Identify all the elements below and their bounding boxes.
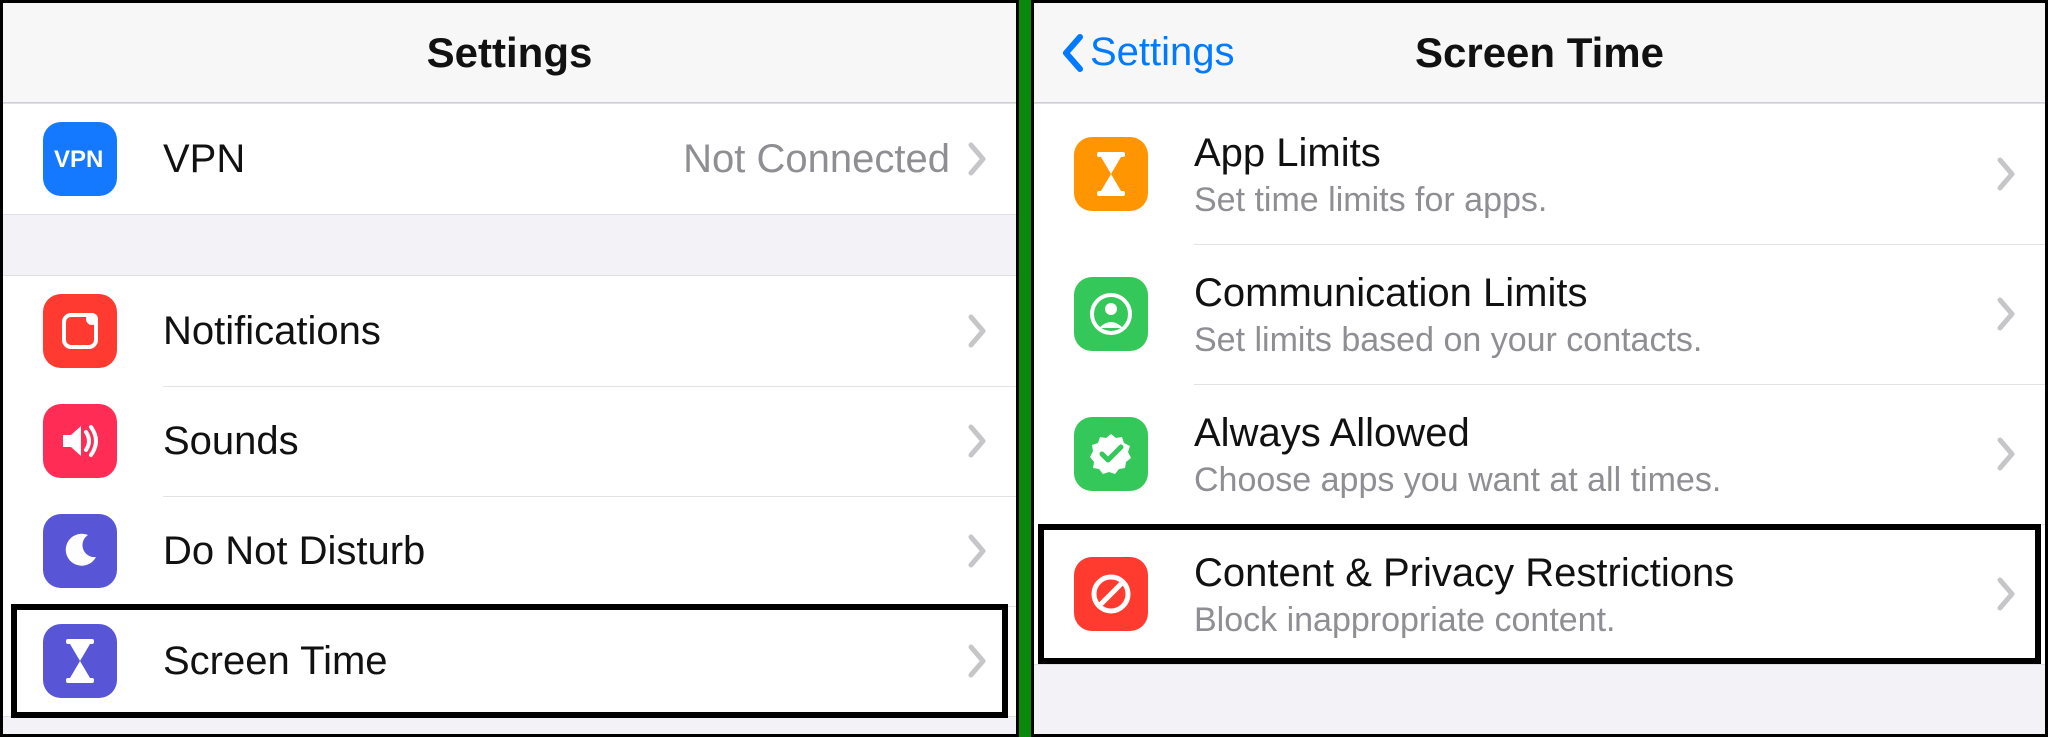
row-always-allowed[interactable]: Always Allowed Choose apps you want at a… xyxy=(1034,384,2045,524)
settings-row-notifications[interactable]: Notifications xyxy=(3,276,1016,386)
chevron-right-icon xyxy=(968,644,988,678)
vpn-icon: VPN xyxy=(43,122,117,196)
content-privacy-label: Content & Privacy Restrictions xyxy=(1194,549,1997,597)
screentime-list: App Limits Set time limits for apps. Co xyxy=(1034,103,2045,665)
chevron-right-icon xyxy=(968,424,988,458)
app-limits-sub: Set time limits for apps. xyxy=(1194,181,1997,220)
navbar-screentime: Settings Screen Time xyxy=(1034,3,2045,103)
always-allowed-label: Always Allowed xyxy=(1194,409,1997,457)
hourglass-icon xyxy=(1074,137,1148,211)
vpn-value: Not Connected xyxy=(683,137,950,182)
settings-group-system: Notifications Sounds xyxy=(3,275,1016,717)
chevron-right-icon xyxy=(968,534,988,568)
page-title: Settings xyxy=(427,29,593,77)
section-gap xyxy=(3,215,1016,275)
sounds-label: Sounds xyxy=(163,417,968,465)
settings-row-sounds[interactable]: Sounds xyxy=(3,386,1016,496)
chevron-right-icon xyxy=(968,314,988,348)
chevron-right-icon xyxy=(1997,157,2017,191)
page-title: Screen Time xyxy=(1415,29,1664,77)
always-allowed-sub: Choose apps you want at all times. xyxy=(1194,461,1997,500)
app-limits-label: App Limits xyxy=(1194,129,1997,177)
hourglass-icon xyxy=(43,624,117,698)
settings-panel: Settings VPN VPN Not Connected xyxy=(0,0,1019,737)
row-app-limits[interactable]: App Limits Set time limits for apps. xyxy=(1034,104,2045,244)
row-communication-limits[interactable]: Communication Limits Set limits based on… xyxy=(1034,244,2045,384)
notifications-label: Notifications xyxy=(163,307,968,355)
chevron-left-icon xyxy=(1060,33,1084,73)
screentime-label: Screen Time xyxy=(163,637,968,685)
screentime-panel: Settings Screen Time App Limits Set time… xyxy=(1031,0,2048,737)
settings-row-dnd[interactable]: Do Not Disturb xyxy=(3,496,1016,606)
navbar-settings: Settings xyxy=(3,3,1016,103)
vpn-label: VPN xyxy=(163,135,683,183)
communication-limits-label: Communication Limits xyxy=(1194,269,1997,317)
checkmark-seal-icon xyxy=(1074,417,1148,491)
content-privacy-sub: Block inappropriate content. xyxy=(1194,601,1997,640)
notifications-icon xyxy=(43,294,117,368)
footer-gap xyxy=(1034,665,2045,683)
settings-group-network: VPN VPN Not Connected xyxy=(3,103,1016,215)
sounds-icon xyxy=(43,404,117,478)
chevron-right-icon xyxy=(1997,577,2017,611)
back-button[interactable]: Settings xyxy=(1060,3,1235,102)
chevron-right-icon xyxy=(1997,297,2017,331)
panel-separator xyxy=(1019,0,1031,737)
chevron-right-icon xyxy=(968,142,988,176)
contact-circle-icon xyxy=(1074,277,1148,351)
svg-text:VPN: VPN xyxy=(54,146,103,173)
row-content-privacy[interactable]: Content & Privacy Restrictions Block ina… xyxy=(1034,524,2045,664)
chevron-right-icon xyxy=(1997,437,2017,471)
communication-limits-sub: Set limits based on your contacts. xyxy=(1194,321,1997,360)
back-label: Settings xyxy=(1090,30,1235,75)
settings-row-screentime[interactable]: Screen Time xyxy=(3,606,1016,716)
settings-row-vpn[interactable]: VPN VPN Not Connected xyxy=(3,104,1016,214)
moon-icon xyxy=(43,514,117,588)
prohibit-icon xyxy=(1074,557,1148,631)
dnd-label: Do Not Disturb xyxy=(163,527,968,575)
